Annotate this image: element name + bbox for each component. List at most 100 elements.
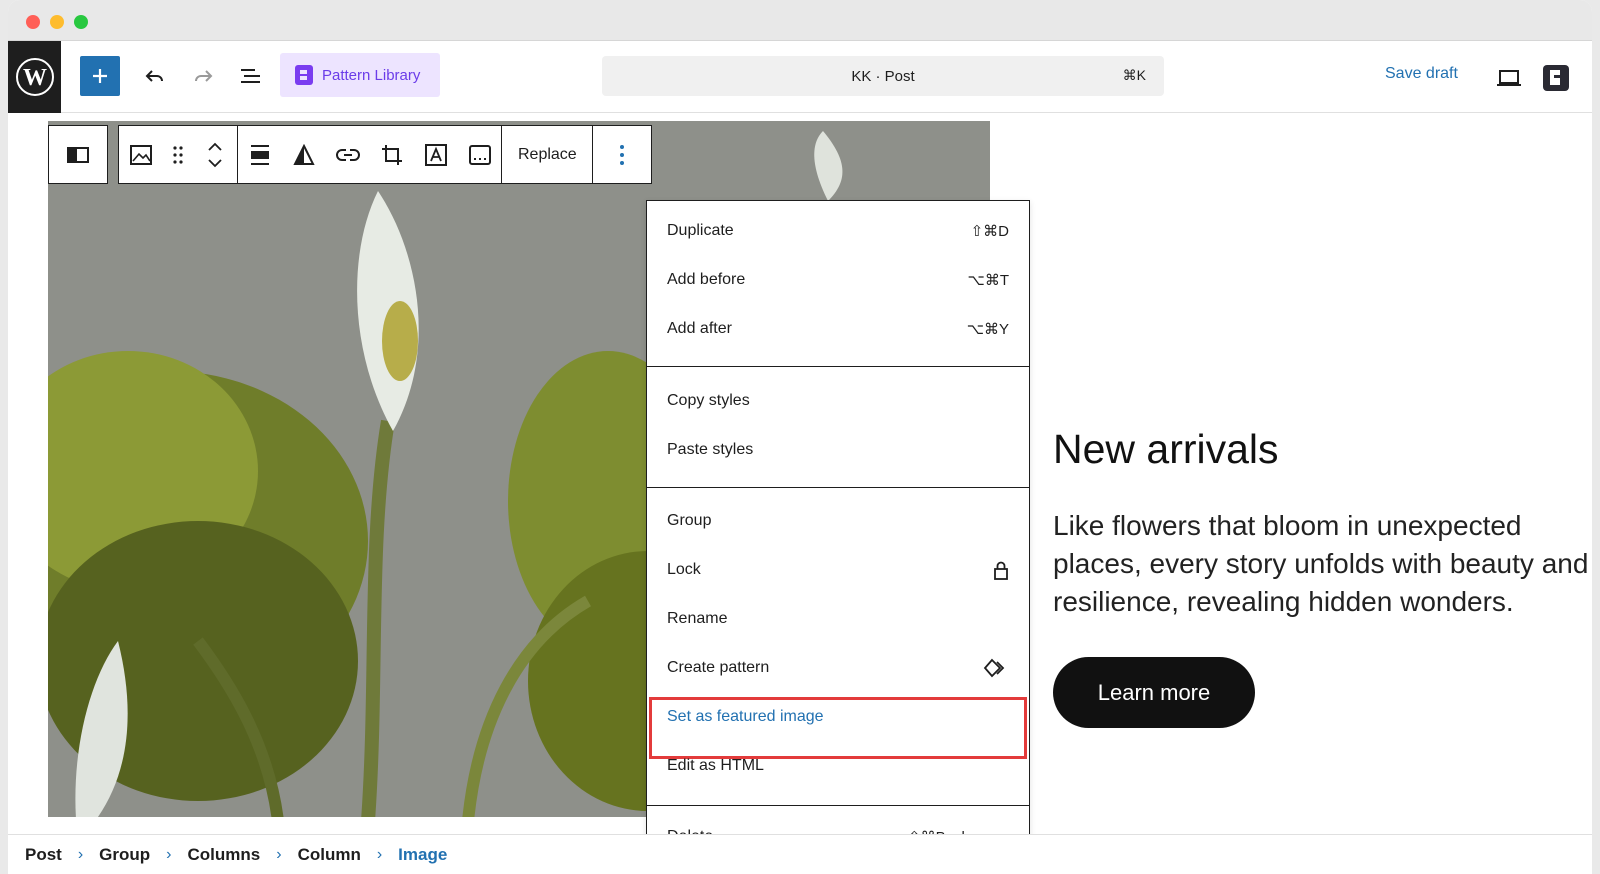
pattern-library-logo-icon [295, 65, 313, 85]
plugin-settings-button[interactable] [1536, 58, 1576, 98]
breadcrumb-columns[interactable]: Columns [188, 845, 261, 865]
drag-handle-icon [173, 145, 183, 164]
block-toolbar-replace-group: Replace [501, 125, 594, 184]
menu-item-paste-styles[interactable]: Paste styles [667, 430, 1009, 470]
text-overlay-button[interactable] [414, 127, 458, 183]
duotone-button[interactable] [282, 127, 326, 183]
menu-item-add-after[interactable]: Add after ⌥⌘Y [667, 309, 1009, 349]
menu-item-add-before[interactable]: Add before ⌥⌘T [667, 260, 1009, 300]
link-button[interactable] [326, 127, 370, 183]
block-toolbar-format-group [236, 125, 503, 184]
section-description-container: Like flowers that bloom in unexpected pl… [1053, 507, 1592, 627]
lock-icon [994, 561, 1008, 580]
menu-item-rename[interactable]: Rename [667, 599, 1009, 639]
menu-separator [647, 366, 1029, 367]
duotone-filter-icon [292, 143, 315, 165]
menu-item-label: Add after [667, 320, 732, 337]
undo-button[interactable] [138, 59, 172, 93]
section-description[interactable]: Like flowers that bloom in unexpected pl… [1053, 507, 1592, 621]
menu-item-label: Lock [667, 561, 701, 578]
preview-button[interactable] [1492, 61, 1526, 95]
window-titlebar [8, 0, 1592, 41]
menu-item-shortcut: ⇧⌘D [970, 223, 1009, 240]
select-parent-button[interactable] [56, 127, 100, 183]
document-overview-button[interactable] [234, 59, 268, 93]
menu-item-copy-styles[interactable]: Copy styles [667, 381, 1009, 421]
move-block-buttons[interactable] [193, 127, 237, 183]
menu-separator [647, 805, 1029, 806]
pattern-library-button[interactable]: Pattern Library [280, 53, 440, 97]
menu-item-group[interactable]: Group [667, 501, 1009, 541]
align-icon [250, 144, 269, 165]
menu-item-shortcut: ⌥⌘Y [966, 321, 1009, 338]
plus-icon [93, 69, 107, 83]
menu-separator [647, 487, 1029, 488]
learn-more-button[interactable]: Learn more [1053, 657, 1255, 728]
command-palette-bar[interactable]: KK · Post ⌘K [602, 56, 1164, 96]
crop-button[interactable] [370, 127, 414, 183]
list-view-icon [241, 69, 260, 83]
menu-item-duplicate[interactable]: Duplicate ⇧⌘D [667, 211, 1009, 251]
undo-icon [145, 70, 163, 82]
menu-item-label: Group [667, 512, 712, 529]
zoom-window-button[interactable] [74, 15, 88, 29]
align-button[interactable] [238, 127, 282, 183]
menu-item-label: Edit as HTML [667, 757, 764, 774]
command-shortcut: ⌘K [1122, 67, 1146, 83]
image-icon [130, 144, 152, 165]
breadcrumb-post[interactable]: Post [25, 845, 62, 865]
chevron-right-icon: › [376, 845, 383, 863]
menu-item-edit-as-html[interactable]: Edit as HTML [667, 746, 1009, 786]
block-options-button[interactable] [600, 127, 644, 183]
block-toolbar-mover-group [118, 125, 238, 184]
chevron-right-icon: › [166, 845, 172, 863]
columns-icon [67, 146, 89, 163]
menu-item-label: Paste styles [667, 441, 754, 458]
document-title: KK · Post [851, 67, 915, 85]
redo-icon [195, 70, 213, 82]
chevron-down-icon[interactable] [207, 158, 223, 168]
pattern-library-label: Pattern Library [322, 66, 421, 84]
save-draft-button[interactable]: Save draft [1385, 65, 1458, 83]
minimize-window-button[interactable] [50, 15, 64, 29]
plugin-logo-icon [1543, 65, 1569, 91]
link-icon [335, 148, 360, 161]
block-toolbar: Replace [48, 125, 653, 184]
menu-item-label: Copy styles [667, 392, 750, 409]
menu-item-label: Duplicate [667, 222, 734, 239]
wordpress-logo-icon[interactable]: W [8, 41, 61, 113]
chevron-right-icon: › [77, 845, 84, 863]
image-block-type-button[interactable] [119, 127, 163, 183]
menu-item-label: Add before [667, 271, 746, 288]
laptop-icon [1497, 70, 1521, 86]
text-over-image-icon [424, 143, 447, 166]
menu-item-lock[interactable]: Lock [667, 550, 1009, 590]
breadcrumb-image[interactable]: Image [398, 845, 447, 865]
chevron-up-icon[interactable] [207, 142, 223, 152]
crop-icon [381, 144, 402, 165]
menu-item-shortcut: ⌥⌘T [967, 272, 1009, 289]
menu-item-label: Rename [667, 610, 728, 627]
caption-icon [468, 144, 491, 165]
block-options-menu: Duplicate ⇧⌘D Add before ⌥⌘T Add after ⌥… [646, 200, 1030, 874]
more-vertical-icon [620, 144, 625, 165]
breadcrumb-group[interactable]: Group [99, 845, 150, 865]
browser-window: W Pattern Library KK · Post ⌘K Save draf… [8, 0, 1592, 874]
editor-header: W Pattern Library KK · Post ⌘K Save draf… [8, 41, 1592, 113]
block-toolbar-parent-group [48, 125, 108, 184]
breadcrumb-column[interactable]: Column [298, 845, 361, 865]
menu-item-label: Create pattern [667, 659, 770, 676]
redo-button[interactable] [186, 59, 220, 93]
drag-handle[interactable] [163, 127, 193, 183]
menu-item-create-pattern[interactable]: Create pattern [667, 648, 1009, 688]
chevron-right-icon: › [276, 845, 282, 863]
svg-text:W: W [23, 65, 47, 91]
symbol-diamond-icon [983, 658, 1005, 678]
section-headline[interactable]: New arrivals [1053, 426, 1279, 473]
replace-button[interactable]: Replace [502, 127, 593, 183]
block-toolbar-options-group [592, 125, 653, 184]
block-breadcrumb: Post › Group › Columns › Column › Image [8, 834, 1592, 874]
close-window-button[interactable] [26, 15, 40, 29]
add-block-button[interactable] [80, 56, 120, 96]
caption-button[interactable] [458, 127, 502, 183]
